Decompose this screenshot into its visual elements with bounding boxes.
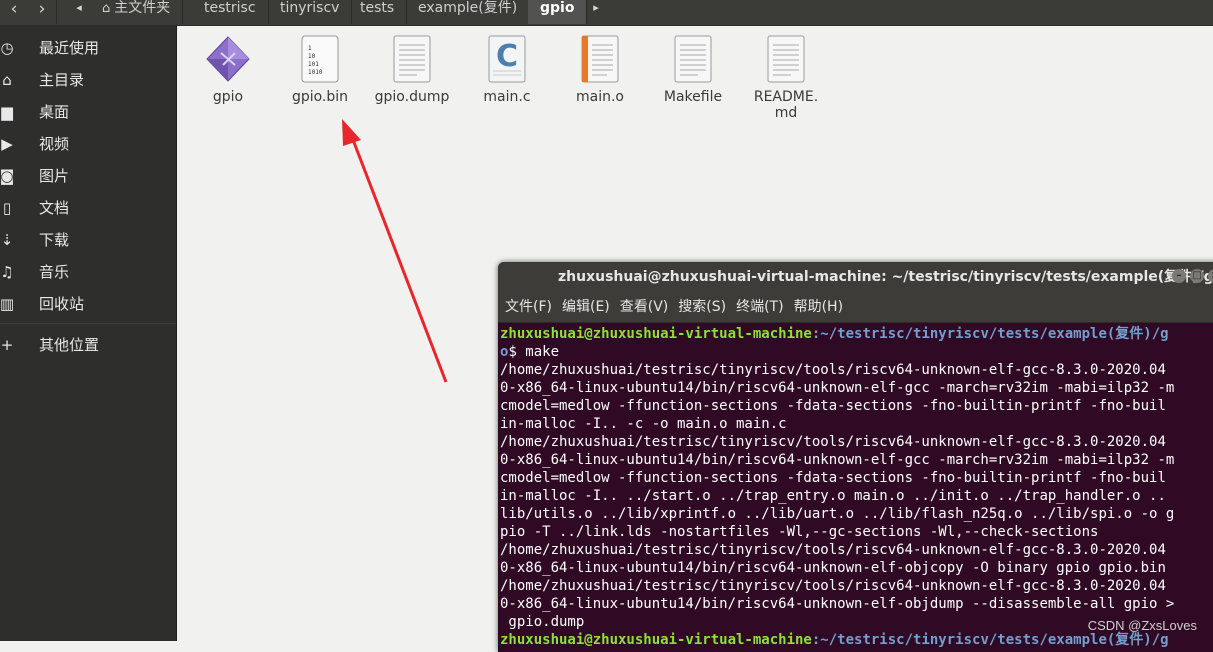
menu-edit[interactable]: 编辑(E) (562, 299, 610, 315)
terminal-line: /home/zhuxushuai/testrisc/tinyriscv/tool… (500, 578, 1166, 594)
terminal-line: lib/utils.o ../lib/xprintf.o ../lib/uart… (500, 506, 1175, 522)
terminal-line: /home/zhuxushuai/testrisc/tinyriscv/tool… (500, 434, 1166, 450)
terminal-line: 0-x86_64-linux-ubuntu14/bin/riscv64-unkn… (500, 380, 1175, 396)
menu-file[interactable]: 文件(F) (505, 299, 552, 315)
terminal-line: o$ make (500, 344, 560, 360)
terminal-titlebar[interactable]: zhuxushuai@zhuxushuai-virtual-machine: ~… (498, 262, 1213, 292)
terminal-line: zhuxushuai@zhuxushuai-virtual-machine:~/… (500, 632, 1169, 648)
terminal-menubar: 文件(F) 编辑(E) 查看(V) 搜索(S) 终端(T) 帮助(H) (498, 292, 1213, 323)
watermark: CSDN @ZxsLoves (1087, 618, 1197, 633)
terminal-window[interactable]: zhuxushuai@zhuxushuai-virtual-machine: ~… (498, 262, 1213, 652)
terminal-line: in-malloc -I.. -c -o main.o main.c (500, 416, 787, 432)
terminal-line: /home/zhuxushuai/testrisc/tinyriscv/tool… (500, 362, 1166, 378)
terminal-line: pio -T ../link.lds -nostartfiles -Wl,--g… (500, 524, 1099, 540)
menu-view[interactable]: 查看(V) (620, 299, 669, 315)
maximize-button[interactable]: □ (1190, 269, 1204, 283)
terminal-line: in-malloc -I.. ../start.o ../trap_entry.… (500, 488, 1166, 504)
terminal-line: 0-x86_64-linux-ubuntu14/bin/riscv64-unkn… (500, 560, 1166, 576)
menu-search[interactable]: 搜索(S) (678, 299, 726, 315)
terminal-line: cmodel=medlow -ffunction-sections -fdata… (500, 470, 1166, 486)
minimize-button[interactable]: – (1172, 269, 1186, 283)
terminal-line: /home/zhuxushuai/testrisc/tinyriscv/tool… (500, 542, 1166, 558)
terminal-line: zhuxushuai@zhuxushuai-virtual-machine:~/… (500, 326, 1169, 342)
menu-terminal[interactable]: 终端(T) (736, 299, 783, 315)
terminal-output[interactable]: zhuxushuai@zhuxushuai-virtual-machine:~/… (498, 323, 1213, 649)
terminal-line: 0-x86_64-linux-ubuntu14/bin/riscv64-unkn… (500, 452, 1175, 468)
terminal-line: 0-x86_64-linux-ubuntu14/bin/riscv64-unkn… (500, 596, 1175, 612)
terminal-line: cmodel=medlow -ffunction-sections -fdata… (500, 398, 1166, 414)
menu-help[interactable]: 帮助(H) (794, 299, 843, 315)
